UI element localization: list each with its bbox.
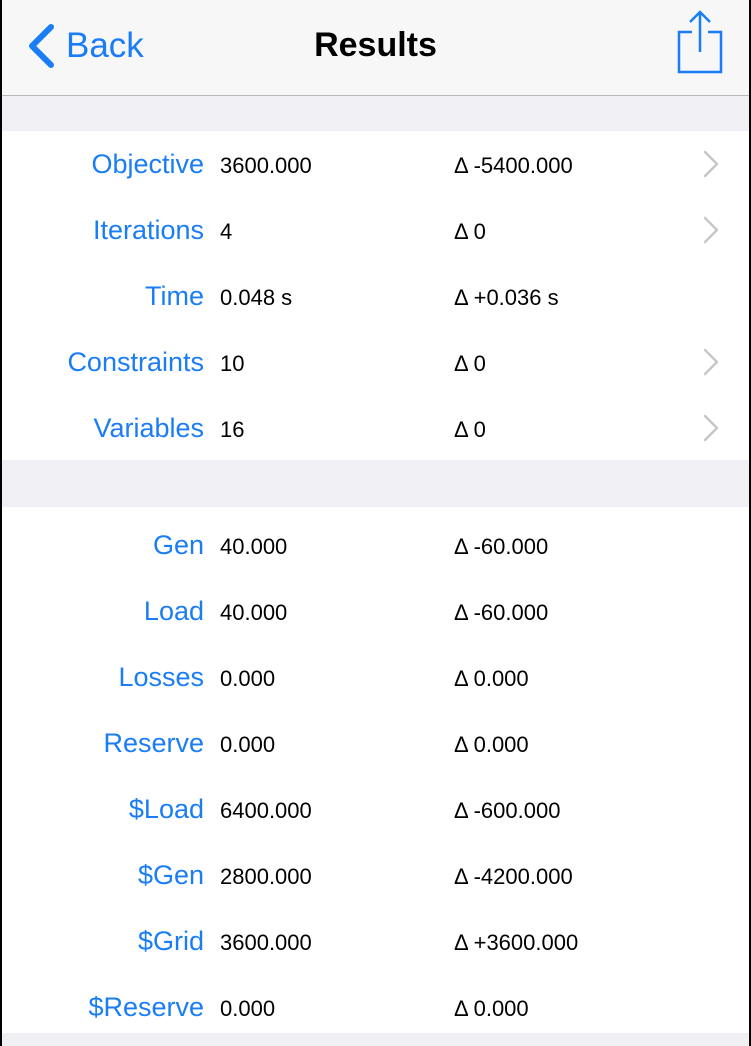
- row-delta: Δ 0.000: [454, 732, 529, 757]
- row-label: Reserve: [103, 728, 204, 758]
- row-delta: Δ 0: [454, 219, 486, 244]
- row-delta: Δ 0.000: [454, 996, 529, 1021]
- summary-row-time: Time 0.048 s Δ +0.036 s: [2, 263, 749, 329]
- row-delta: Δ -4200.000: [454, 864, 573, 889]
- row-delta: Δ +3600.000: [454, 930, 579, 955]
- detail-row-reserve: Reserve 0.000 Δ 0.000: [2, 710, 749, 776]
- row-value: 40.000: [220, 600, 288, 625]
- row-value: 3600.000: [220, 930, 312, 955]
- detail-row-reserve-cost: $Reserve 0.000 Δ 0.000: [2, 974, 749, 1040]
- row-delta: Δ 0: [454, 351, 486, 376]
- detail-row-load: Load 40.000 Δ -60.000: [2, 578, 749, 644]
- row-label: $Gen: [137, 860, 204, 890]
- row-label: Objective: [91, 149, 204, 179]
- chevron-right-icon: [703, 216, 719, 244]
- page-title: Results: [314, 26, 437, 64]
- share-icon: [677, 10, 723, 74]
- detail-row-grid-cost: $Grid 3600.000 Δ +3600.000: [2, 908, 749, 974]
- row-label: Constraints: [67, 347, 204, 377]
- summary-row-constraints[interactable]: Constraints 10 Δ 0: [2, 329, 749, 395]
- row-label: Load: [143, 596, 204, 626]
- row-delta: Δ -5400.000: [454, 153, 573, 178]
- row-value: 10: [220, 351, 245, 376]
- share-button[interactable]: [676, 8, 724, 74]
- summary-section: Objective 3600.000 Δ -5400.000 Iteration…: [2, 131, 749, 460]
- row-value: 4: [220, 219, 233, 244]
- row-value: 0.000: [220, 996, 276, 1021]
- row-label: Losses: [118, 662, 204, 692]
- row-value: 16: [220, 417, 245, 442]
- details-section: Gen 40.000 Δ -60.000 Load 40.000 Δ -60.0…: [2, 507, 749, 1033]
- chevron-right-icon: [703, 348, 719, 376]
- row-delta: Δ -600.000: [454, 798, 561, 823]
- row-delta: Δ -60.000: [454, 534, 549, 559]
- chevron-right-icon: [703, 150, 719, 178]
- navigation-bar: Back Results: [2, 0, 749, 96]
- row-label: $Reserve: [88, 992, 204, 1022]
- row-label: Gen: [152, 530, 204, 560]
- row-value: 40.000: [220, 534, 288, 559]
- summary-row-objective[interactable]: Objective 3600.000 Δ -5400.000: [2, 131, 749, 197]
- row-delta: Δ -60.000: [454, 600, 549, 625]
- row-label: Iterations: [92, 215, 204, 245]
- row-value: 0.000: [220, 666, 276, 691]
- detail-row-losses: Losses 0.000 Δ 0.000: [2, 644, 749, 710]
- row-delta: Δ +0.036 s: [454, 285, 559, 310]
- row-label: $Grid: [137, 926, 204, 956]
- detail-row-load-cost: $Load 6400.000 Δ -600.000: [2, 776, 749, 842]
- row-value: 2800.000: [220, 864, 312, 889]
- chevron-right-icon: [703, 414, 719, 442]
- row-label: Time: [145, 281, 204, 311]
- row-value: 3600.000: [220, 153, 312, 178]
- summary-row-iterations[interactable]: Iterations 4 Δ 0: [2, 197, 749, 263]
- detail-row-gen-cost: $Gen 2800.000 Δ -4200.000: [2, 842, 749, 908]
- row-label: $Load: [128, 794, 204, 824]
- row-delta: Δ 0: [454, 417, 486, 442]
- row-value: 6400.000: [220, 798, 312, 823]
- row-label: Variables: [93, 413, 204, 443]
- row-delta: Δ 0.000: [454, 666, 529, 691]
- detail-row-gen: Gen 40.000 Δ -60.000: [2, 512, 749, 578]
- row-value: 0.000: [220, 732, 276, 757]
- row-value: 0.048 s: [220, 285, 293, 310]
- results-screen: Back Results Objective 3600.000 Δ -5400.…: [0, 0, 751, 1046]
- summary-row-variables[interactable]: Variables 16 Δ 0: [2, 395, 749, 461]
